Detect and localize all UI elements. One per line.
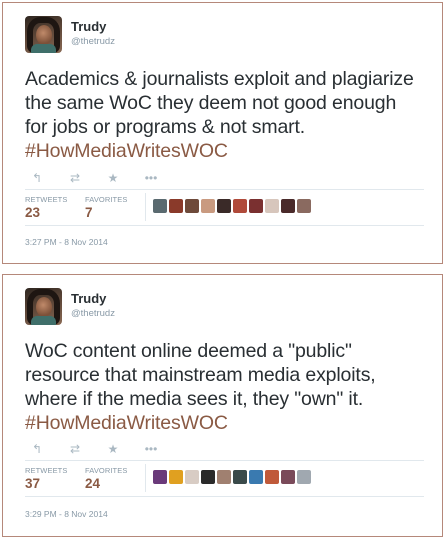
favoriter-avatar[interactable] bbox=[185, 199, 199, 213]
reply-icon[interactable]: ↰ bbox=[29, 171, 45, 185]
favoriter-avatar[interactable] bbox=[233, 199, 247, 213]
favorites-label: FAVORITES bbox=[85, 195, 128, 204]
tweet-text-line: where if the media sees it, they "own" i… bbox=[25, 388, 364, 410]
favoriter-avatar[interactable] bbox=[201, 470, 215, 484]
tweet-text-line: for jobs or programs & not smart. bbox=[25, 116, 306, 138]
retweets-count[interactable]: 37 bbox=[25, 476, 40, 491]
tweet-text-line: Academics & journalists exploit and plag… bbox=[25, 68, 414, 90]
favoriter-avatar[interactable] bbox=[233, 470, 247, 484]
favoriter-avatar[interactable] bbox=[281, 470, 295, 484]
favoriter-avatar[interactable] bbox=[265, 470, 279, 484]
favoriter-avatar[interactable] bbox=[217, 470, 231, 484]
more-icon[interactable]: ••• bbox=[143, 442, 159, 456]
divider bbox=[25, 496, 424, 497]
favoriter-avatar[interactable] bbox=[249, 470, 263, 484]
user-handle[interactable]: @thetrudz bbox=[71, 36, 115, 47]
favorites-label: FAVORITES bbox=[85, 466, 128, 475]
retweets-label: RETWEETS bbox=[25, 466, 68, 475]
favoriter-avatar[interactable] bbox=[265, 199, 279, 213]
tweet-card-1: Trudy @thetrudz Academics & journalists … bbox=[2, 2, 443, 264]
reply-icon[interactable]: ↰ bbox=[29, 442, 45, 456]
tweet-timestamp[interactable]: 3:29 PM - 8 Nov 2014 bbox=[25, 509, 108, 519]
star-icon[interactable]: ★ bbox=[105, 171, 121, 185]
tweet-timestamp[interactable]: 3:27 PM - 8 Nov 2014 bbox=[25, 237, 108, 247]
favoriter-avatar[interactable] bbox=[217, 199, 231, 213]
favoriter-avatar[interactable] bbox=[297, 199, 311, 213]
tweet-text-line: the same WoC they deem not good enough bbox=[25, 92, 397, 114]
favoriter-avatar[interactable] bbox=[153, 199, 167, 213]
stats-separator bbox=[145, 464, 146, 492]
tweet-text-line: resource that mainstream media exploits, bbox=[25, 364, 376, 386]
user-name[interactable]: Trudy bbox=[71, 19, 106, 34]
divider bbox=[25, 225, 424, 226]
favorites-count[interactable]: 7 bbox=[85, 205, 93, 220]
retweets-count[interactable]: 23 bbox=[25, 205, 40, 220]
user-handle[interactable]: @thetrudz bbox=[71, 308, 115, 319]
tweet-stack: Trudy @thetrudz Academics & journalists … bbox=[0, 0, 447, 540]
star-icon[interactable]: ★ bbox=[105, 442, 121, 456]
tweet-text-line: WoC content online deemed a "public" bbox=[25, 340, 352, 362]
favoriter-avatar[interactable] bbox=[281, 199, 295, 213]
stats-separator bbox=[145, 193, 146, 221]
retweets-label: RETWEETS bbox=[25, 195, 68, 204]
avatar[interactable] bbox=[25, 288, 62, 325]
favoriter-avatar[interactable] bbox=[249, 199, 263, 213]
favoriter-avatar[interactable] bbox=[153, 470, 167, 484]
divider bbox=[25, 189, 424, 190]
tweet-actions: ↰ ⇄ ★ ••• bbox=[29, 171, 159, 185]
favoriters-list bbox=[153, 470, 311, 484]
favoriter-avatar[interactable] bbox=[201, 199, 215, 213]
avatar[interactable] bbox=[25, 16, 62, 53]
hashtag-link[interactable]: #HowMediaWritesWOC bbox=[25, 411, 440, 435]
tweet-actions: ↰ ⇄ ★ ••• bbox=[29, 442, 159, 456]
divider bbox=[25, 460, 424, 461]
favoriter-avatar[interactable] bbox=[169, 470, 183, 484]
hashtag-link[interactable]: #HowMediaWritesWOC bbox=[25, 139, 440, 163]
favoriter-avatar[interactable] bbox=[169, 199, 183, 213]
tweet-card-2: Trudy @thetrudz WoC content online deeme… bbox=[2, 274, 443, 537]
retweet-icon[interactable]: ⇄ bbox=[67, 442, 83, 456]
favoriters-list bbox=[153, 199, 311, 213]
tweet-text: WoC content online deemed a "public" res… bbox=[25, 339, 440, 435]
favoriter-avatar[interactable] bbox=[297, 470, 311, 484]
tweet-text: Academics & journalists exploit and plag… bbox=[25, 67, 440, 163]
more-icon[interactable]: ••• bbox=[143, 171, 159, 185]
favoriter-avatar[interactable] bbox=[185, 470, 199, 484]
retweet-icon[interactable]: ⇄ bbox=[67, 171, 83, 185]
favorites-count[interactable]: 24 bbox=[85, 476, 100, 491]
user-name[interactable]: Trudy bbox=[71, 291, 106, 306]
